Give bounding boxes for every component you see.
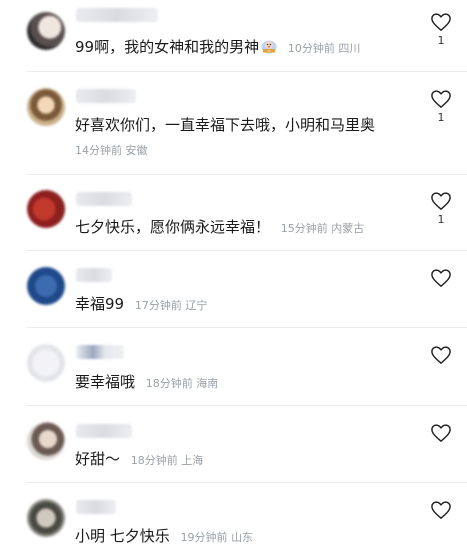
comment-body: 要幸福哦: [75, 373, 136, 391]
username[interactable]: [76, 268, 112, 282]
comment-text: 好喜欢你们，一直幸福下去哦，小明和马里奥: [75, 114, 375, 135]
comment-meta: 18分钟前 上海: [130, 454, 204, 467]
divider: [27, 482, 467, 483]
heart-icon[interactable]: [430, 423, 452, 443]
comment-body: 七夕快乐，愿你俩永远幸福！: [75, 218, 271, 236]
username[interactable]: [76, 8, 158, 22]
heart-icon[interactable]: [430, 12, 452, 32]
divider: [27, 327, 467, 328]
comment-meta: 17分钟前 辽宁: [134, 299, 208, 312]
comment-meta: 10分钟前 四川: [287, 42, 361, 55]
divider: [27, 250, 467, 251]
username[interactable]: [76, 500, 116, 514]
comment-body: 小明 七夕快乐: [75, 527, 170, 545]
svg-text:hi: hi: [268, 49, 271, 53]
heart-icon[interactable]: [430, 500, 452, 520]
divider: [27, 174, 467, 175]
comment-body: 好甜～: [75, 450, 121, 468]
avatar[interactable]: [27, 88, 65, 126]
comment-meta: 15分钟前 内蒙古: [280, 222, 365, 235]
avatar[interactable]: [27, 267, 65, 305]
comment-meta: 19分钟前 山东: [180, 531, 254, 544]
username[interactable]: [76, 192, 132, 206]
blush-emoji-icon: hi: [261, 40, 277, 54]
like-count: 1: [437, 111, 445, 124]
avatar[interactable]: [27, 422, 65, 460]
like-count: 1: [437, 34, 445, 47]
comment-body: 99啊，我的女神和我的男神: [75, 38, 260, 56]
comment-text: 好甜～ 18分钟前 上海: [75, 448, 203, 469]
avatar[interactable]: [27, 344, 65, 382]
divider: [27, 405, 467, 406]
divider: [27, 71, 467, 72]
heart-icon[interactable]: [430, 268, 452, 288]
comment-text: 小明 七夕快乐 19分钟前 山东: [75, 525, 253, 546]
heart-icon[interactable]: [430, 345, 452, 365]
avatar[interactable]: [27, 499, 65, 537]
comment-body: 好喜欢你们，一直幸福下去哦，小明和马里奥: [75, 116, 376, 134]
comment-body: 幸福99: [75, 295, 125, 313]
like-count: 1: [437, 213, 445, 226]
comment-meta: 14分钟前 安徽: [75, 144, 148, 157]
username[interactable]: 娲: [76, 89, 136, 103]
heart-icon[interactable]: [430, 191, 452, 211]
avatar[interactable]: [27, 190, 65, 228]
comment-text: 要幸福哦 18分钟前 海南: [75, 371, 218, 392]
avatar[interactable]: [27, 12, 65, 50]
comment-text: 99啊，我的女神和我的男神 hi 10分钟前 四川: [75, 36, 360, 57]
comment-text: 幸福99 17分钟前 辽宁: [75, 293, 207, 314]
heart-icon[interactable]: [430, 89, 452, 109]
username[interactable]: [76, 345, 124, 359]
username[interactable]: [76, 424, 132, 438]
comment-meta: 18分钟前 海南: [145, 377, 219, 390]
comment-text: 七夕快乐，愿你俩永远幸福！ 15分钟前 内蒙古: [75, 216, 364, 237]
